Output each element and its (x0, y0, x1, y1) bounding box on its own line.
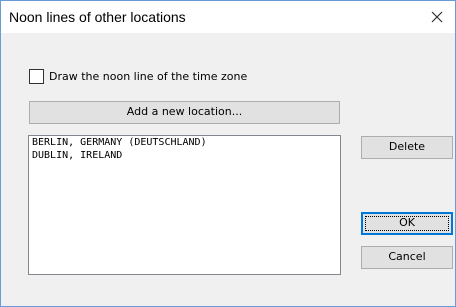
noon-line-checkbox-label: Draw the noon line of the time zone (49, 70, 248, 83)
list-item[interactable]: BERLIN, GERMANY (DEUTSCHLAND) (29, 136, 340, 149)
dialog-title: Noon lines of other locations (9, 9, 186, 25)
list-item[interactable]: DUBLIN, IRELAND (29, 149, 340, 162)
noon-line-checkbox-row[interactable]: Draw the noon line of the time zone (29, 69, 247, 84)
ok-button[interactable]: OK (361, 212, 453, 235)
add-location-button-label: Add a new location... (126, 105, 243, 118)
locations-list[interactable]: BERLIN, GERMANY (DEUTSCHLAND) DUBLIN, IR… (28, 135, 341, 275)
add-location-button[interactable]: Add a new location... (29, 101, 340, 124)
delete-button-label: Delete (388, 140, 426, 153)
delete-button[interactable]: Delete (361, 136, 453, 159)
cancel-button[interactable]: Cancel (361, 246, 453, 269)
noon-lines-dialog: Noon lines of other locations Draw the n… (0, 0, 456, 307)
close-icon[interactable] (425, 5, 449, 29)
focus-rectangle (365, 216, 449, 231)
noon-line-checkbox[interactable] (29, 69, 44, 84)
cancel-button-label: Cancel (388, 250, 426, 263)
title-bar: Noon lines of other locations (1, 1, 455, 33)
